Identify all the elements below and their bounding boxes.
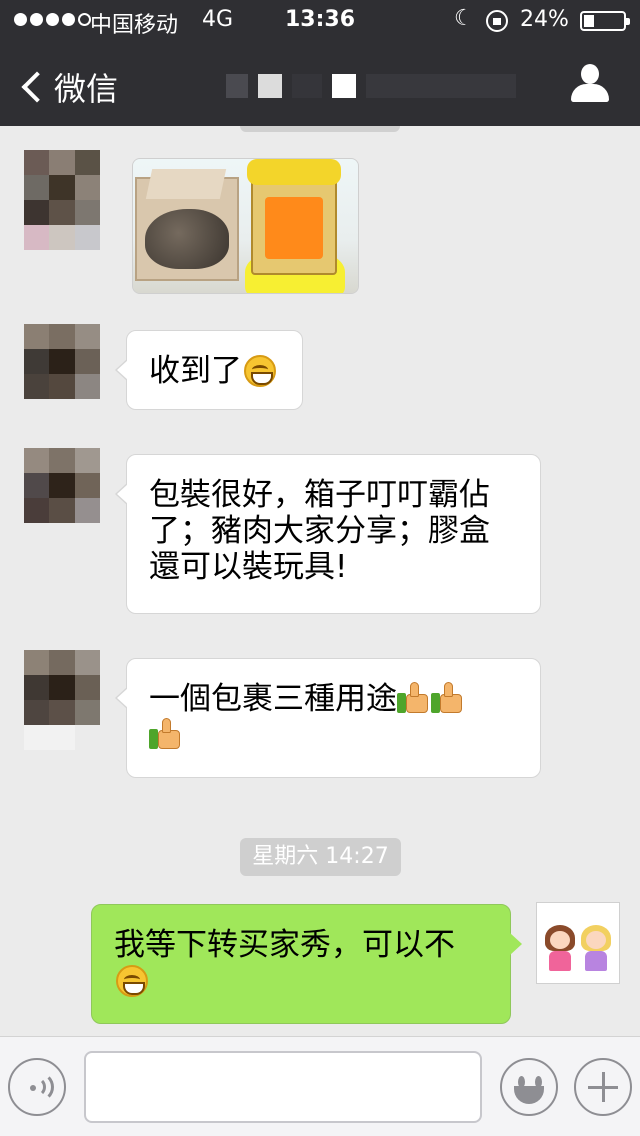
my-avatar[interactable] xyxy=(536,902,620,984)
grin-icon xyxy=(116,965,148,997)
message-bubble[interactable]: 收到了 xyxy=(115,330,303,410)
emoji-button[interactable] xyxy=(500,1058,558,1116)
back-button[interactable]: 微信 xyxy=(18,64,118,110)
nav-bar: 微信 xyxy=(0,42,640,126)
more-options-button[interactable] xyxy=(574,1058,632,1116)
thumbs-up-icon xyxy=(431,681,465,715)
sender-avatar[interactable] xyxy=(24,324,100,424)
grin-icon xyxy=(244,355,276,387)
back-button-label: 微信 xyxy=(54,70,119,108)
message-bubble[interactable]: 一個包裹三種用途 xyxy=(115,658,541,778)
rotation-lock-icon xyxy=(486,10,508,32)
battery-icon xyxy=(580,11,630,31)
sender-avatar[interactable] xyxy=(24,448,100,548)
person-icon xyxy=(581,64,599,84)
message-image[interactable] xyxy=(132,158,359,294)
message-bubble[interactable]: 包裝很好，箱子叮叮霸佔 了；豬肉大家分享；膠盒 還可以裝玩具! xyxy=(115,454,541,614)
timestamp-pill-partial xyxy=(240,126,400,132)
sender-avatar[interactable] xyxy=(24,650,100,750)
cat-in-box xyxy=(145,209,229,269)
chat-info-button[interactable] xyxy=(570,64,610,104)
sender-avatar[interactable] xyxy=(24,150,100,250)
message-bubble-outgoing[interactable]: 我等下转买家秀，可以不 xyxy=(91,904,522,1024)
status-bar: 中国移动 4G 13:36 ☾ 24% xyxy=(0,0,640,42)
thumbs-up-icon xyxy=(397,681,431,715)
voice-input-button[interactable] xyxy=(8,1058,66,1116)
do-not-disturb-icon: ☾ xyxy=(454,6,474,31)
chat-title-redacted xyxy=(226,74,516,98)
battery-percent: 24% xyxy=(520,7,569,32)
message-text: 收到了 xyxy=(149,353,242,389)
top-bar: 中国移动 4G 13:36 ☾ 24% 微信 xyxy=(0,0,640,126)
chevron-left-icon xyxy=(21,71,53,103)
message-timestamp: 星期六 14:27 xyxy=(240,838,401,876)
message-input[interactable] xyxy=(84,1051,482,1123)
chat-area[interactable]: 收到了 包裝很好，箱子叮叮霸佔 了；豬肉大家分享；膠盒 還可以裝玩具! 一個包裹… xyxy=(0,126,640,1036)
message-text: 我等下转买家秀，可以不 xyxy=(114,927,455,963)
thumbs-up-icon xyxy=(149,717,183,751)
message-text-line: 包裝很好，箱子叮叮霸佔 xyxy=(149,477,490,513)
message-text: 一個包裹三種用途 xyxy=(149,681,397,717)
message-text-line: 還可以裝玩具! xyxy=(149,549,348,585)
input-bar xyxy=(0,1036,640,1136)
message-text-line: 了；豬肉大家分享；膠盒 xyxy=(149,513,490,549)
